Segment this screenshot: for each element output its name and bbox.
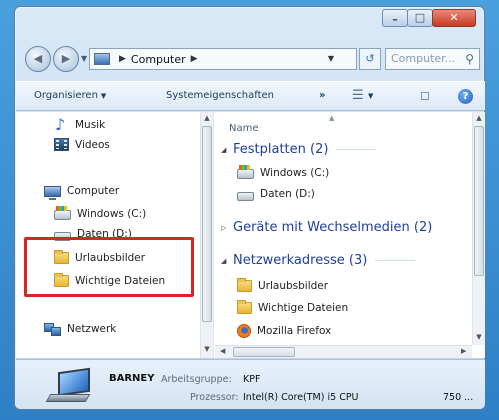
nav-item-musik[interactable]: Musik xyxy=(54,115,105,134)
scroll-up-icon[interactable]: ▲ xyxy=(473,114,485,122)
chevron-down-icon: ▼ xyxy=(100,92,107,100)
nav-item-netzwerk[interactable]: Netzwerk xyxy=(44,322,116,336)
search-icon: ⚲ xyxy=(465,52,474,66)
workgroup-value: KPF xyxy=(243,374,261,385)
navigation-pane: Musik Videos Computer Windows (C:) Daten… xyxy=(16,112,214,358)
list-item-wichtige-dateien[interactable]: Wichtige Dateien xyxy=(237,300,348,314)
drive-icon xyxy=(237,191,254,201)
preview-pane-icon[interactable]: ◻ xyxy=(420,88,430,102)
breadcrumb-computer[interactable]: Computer xyxy=(131,53,186,66)
content-area: Musik Videos Computer Windows (C:) Daten… xyxy=(16,112,485,358)
chevron-down-icon[interactable]: ▼ xyxy=(328,54,334,63)
workgroup-label: Arbeitsgruppe: xyxy=(161,374,232,385)
more-commands-button[interactable]: » xyxy=(319,90,325,101)
back-arrow-icon: ◀ xyxy=(33,52,43,65)
refresh-icon: ↺ xyxy=(365,52,375,65)
change-view-icon[interactable]: ☰ xyxy=(352,88,364,103)
explorer-window: – □ ✕ ◀ ▶ ▼ ▶ Computer ▶ ▼ ↺ Computer...… xyxy=(14,6,485,410)
details-pane: BARNEY Arbeitsgruppe: KPF Prozessor: Int… xyxy=(16,359,485,409)
recent-pages-dropdown[interactable]: ▼ xyxy=(81,54,87,63)
file-list-pane: ▲ Name ◢ Festplatten (2) Windows (C:) Da… xyxy=(215,112,485,345)
help-icon[interactable]: ? xyxy=(458,89,473,104)
group-netzwerkadresse[interactable]: ◢ Netzwerkadresse (3) xyxy=(221,253,416,268)
expanded-triangle-icon[interactable]: ◢ xyxy=(221,146,233,154)
background-frame: – □ ✕ ◀ ▶ ▼ ▶ Computer ▶ ▼ ↺ Computer...… xyxy=(0,0,499,420)
scrollbar-thumb[interactable] xyxy=(474,126,484,276)
processor-label: Prozessor: xyxy=(190,392,239,403)
videos-icon xyxy=(54,138,69,151)
computer-icon xyxy=(45,366,98,406)
system-properties-button[interactable]: Systemeigenschaften xyxy=(166,90,274,101)
breadcrumb-separator-icon[interactable]: ▶ xyxy=(119,54,126,64)
navpane-scrollbar[interactable]: ▲ ▼ xyxy=(200,112,213,358)
scroll-down-icon[interactable]: ▼ xyxy=(473,333,485,341)
sort-indicator-icon: ▲ xyxy=(329,114,335,122)
folder-icon xyxy=(237,300,252,314)
list-item-daten-d[interactable]: Daten (D:) xyxy=(237,188,315,201)
windows-drive-icon xyxy=(237,165,254,179)
computer-name: BARNEY xyxy=(109,373,155,384)
scroll-down-icon[interactable]: ▼ xyxy=(201,345,213,353)
chevron-down-icon[interactable]: ▼ xyxy=(368,92,373,100)
address-bar[interactable]: ▶ Computer ▶ ▼ xyxy=(89,48,357,70)
horizontal-scrollbar[interactable]: ◀ ▶ xyxy=(215,345,472,358)
nav-item-videos[interactable]: Videos xyxy=(54,138,110,151)
scroll-up-icon[interactable]: ▲ xyxy=(201,114,213,122)
firefox-icon xyxy=(237,324,251,338)
search-input[interactable]: Computer... ⚲ xyxy=(385,48,480,70)
scrollbar-thumb[interactable] xyxy=(233,347,295,357)
navigation-row: ◀ ▶ ▼ ▶ Computer ▶ ▼ ↺ Computer... ⚲ xyxy=(25,45,480,73)
scroll-right-icon[interactable]: ▶ xyxy=(461,347,466,355)
filepane-scrollbar[interactable]: ▲ ▼ xyxy=(472,112,485,345)
scroll-left-icon[interactable]: ◀ xyxy=(220,347,225,355)
group-wechselmedien[interactable]: ▷ Geräte mit Wechselmedien (2) xyxy=(221,220,432,235)
close-button[interactable]: ✕ xyxy=(432,9,476,27)
forward-button[interactable]: ▶ xyxy=(53,46,79,72)
scrollbar-thumb[interactable] xyxy=(202,126,212,322)
expanded-triangle-icon[interactable]: ◢ xyxy=(221,257,233,265)
processor-extra: 750 ... xyxy=(443,392,474,403)
refresh-button[interactable]: ↺ xyxy=(359,48,381,70)
forward-arrow-icon: ▶ xyxy=(61,52,71,65)
group-festplatten[interactable]: ◢ Festplatten (2) xyxy=(221,142,377,157)
computer-icon xyxy=(44,185,61,200)
list-item-windows-c[interactable]: Windows (C:) xyxy=(237,165,329,179)
music-icon xyxy=(54,115,69,134)
organize-menu[interactable]: Organisieren ▼ xyxy=(34,90,106,101)
minimize-button[interactable]: – xyxy=(382,9,408,27)
collapsed-triangle-icon[interactable]: ▷ xyxy=(221,224,233,232)
processor-value: Intel(R) Core(TM) i5 CPU xyxy=(243,392,359,403)
caption-buttons: – □ ✕ xyxy=(382,9,476,27)
column-header-name[interactable]: Name xyxy=(229,123,259,134)
nav-item-computer[interactable]: Computer xyxy=(44,185,119,200)
command-bar: Organisieren ▼ Systemeigenschaften » ☰ ▼ … xyxy=(16,81,485,111)
computer-icon xyxy=(94,53,110,65)
windows-drive-icon xyxy=(54,206,71,220)
breadcrumb-separator-icon[interactable]: ▶ xyxy=(191,54,198,64)
folder-icon xyxy=(237,278,252,292)
list-item-mozilla-firefox[interactable]: Mozilla Firefox xyxy=(237,324,331,338)
highlight-box xyxy=(24,237,194,297)
back-button[interactable]: ◀ xyxy=(25,46,51,72)
nav-item-windows-c[interactable]: Windows (C:) xyxy=(54,206,146,220)
network-icon xyxy=(44,322,61,336)
list-item-urlaubsbilder[interactable]: Urlaubsbilder xyxy=(237,278,328,292)
maximize-button[interactable]: □ xyxy=(407,9,433,27)
